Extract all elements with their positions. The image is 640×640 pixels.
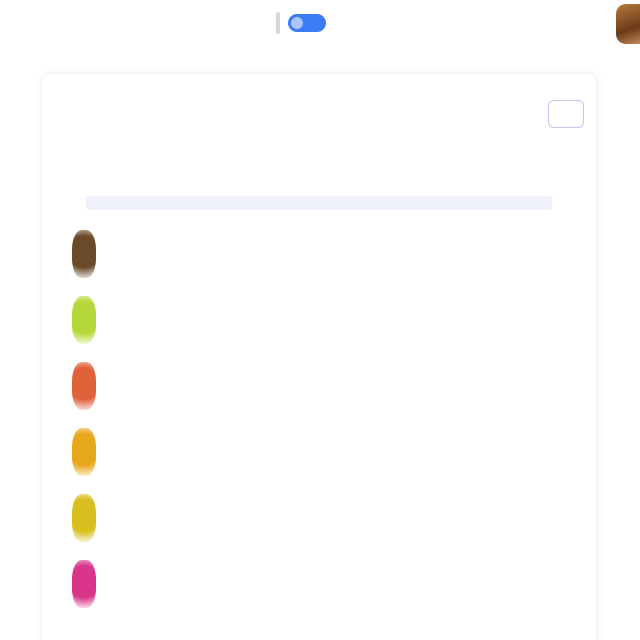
item-body bbox=[106, 554, 498, 574]
list-item[interactable] bbox=[72, 356, 566, 422]
item-body bbox=[106, 356, 498, 376]
item-list bbox=[72, 224, 566, 620]
dialog-card bbox=[42, 74, 596, 640]
section-header bbox=[78, 192, 562, 214]
list-item[interactable] bbox=[72, 290, 566, 356]
divider bbox=[276, 12, 280, 34]
item-body bbox=[106, 290, 498, 310]
item-avatar bbox=[72, 362, 96, 410]
section-divider bbox=[86, 196, 552, 210]
item-body bbox=[106, 488, 498, 508]
mode-toggle[interactable] bbox=[288, 14, 326, 32]
item-avatar bbox=[72, 560, 96, 608]
list-item[interactable] bbox=[72, 554, 566, 620]
item-avatar bbox=[72, 230, 96, 278]
item-avatar bbox=[72, 428, 96, 476]
user-avatar[interactable] bbox=[616, 4, 640, 44]
item-body bbox=[106, 422, 498, 442]
list-item[interactable] bbox=[72, 224, 566, 290]
item-body bbox=[106, 224, 498, 244]
item-avatar bbox=[72, 296, 96, 344]
item-avatar bbox=[72, 494, 96, 542]
list-item[interactable] bbox=[72, 422, 566, 488]
page bbox=[0, 0, 640, 640]
top-center-controls bbox=[276, 12, 326, 34]
list-item[interactable] bbox=[72, 488, 566, 554]
close-button[interactable] bbox=[548, 100, 584, 128]
top-bar bbox=[0, 0, 640, 52]
